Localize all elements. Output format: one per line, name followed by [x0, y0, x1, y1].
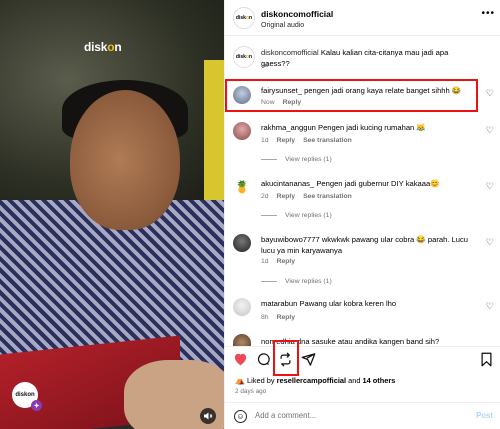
- comments-panel: disk o n diskoncomofficial Original audio …: [224, 0, 500, 429]
- replies-divider: [261, 159, 277, 160]
- comment-avatar[interactable]: [233, 298, 251, 316]
- share-send-icon[interactable]: [301, 352, 316, 370]
- comment-meta: 1d Reply See translation: [261, 137, 352, 144]
- collab-badge-icon: ✦: [31, 400, 42, 411]
- comment-time: 1d: [261, 258, 269, 265]
- comment-like-icon[interactable]: ♡: [486, 301, 494, 312]
- author-username[interactable]: diskoncomofficial: [261, 9, 333, 19]
- video-owner-avatar[interactable]: diskon ✦: [12, 382, 42, 411]
- replies-divider: [261, 215, 277, 216]
- comment-like-icon[interactable]: ♡: [486, 125, 494, 136]
- comment-avatar[interactable]: [233, 122, 251, 140]
- highlight-box-comment: [225, 79, 478, 112]
- video-player[interactable]: diskon diskon ✦: [0, 0, 224, 429]
- caption-time: 2d: [261, 62, 269, 69]
- caption-author-avatar[interactable]: disk o n: [233, 46, 255, 68]
- comment-meta: 2d Reply See translation: [261, 193, 352, 200]
- video-person-face: [70, 90, 180, 230]
- liker-avatar-icon: ⛺: [235, 376, 245, 385]
- video-wall-yellow: [204, 60, 224, 200]
- likes-others-link[interactable]: 14 others: [363, 376, 396, 385]
- audio-label[interactable]: Original audio: [261, 22, 304, 29]
- comment-text: rakhma_anggun Pengen jadi kucing rumahan…: [261, 123, 426, 132]
- reply-button[interactable]: Reply: [277, 193, 296, 200]
- post-actions-bar: [225, 346, 500, 372]
- reply-button[interactable]: Reply: [277, 258, 296, 265]
- comment-time: 1d: [261, 137, 269, 144]
- comment-input[interactable]: Add a comment...: [255, 411, 316, 420]
- comment-bubble-icon[interactable]: [256, 352, 271, 370]
- view-replies-button[interactable]: View replies (1): [261, 212, 332, 219]
- comment-avatar[interactable]: [233, 234, 251, 252]
- highlight-box-repost: [273, 340, 299, 376]
- reply-button[interactable]: Reply: [277, 137, 296, 144]
- save-bookmark-icon[interactable]: [480, 352, 493, 370]
- comment-text: akucintananas_ Pengen jadi gubernur DIY …: [261, 179, 440, 188]
- see-translation-button[interactable]: See translation: [303, 137, 352, 144]
- comment-like-icon[interactable]: ♡: [486, 181, 494, 192]
- comment-time: 8h: [261, 314, 269, 321]
- more-options-icon[interactable]: •••: [481, 8, 495, 19]
- post-comment-button[interactable]: Post: [476, 411, 493, 420]
- comment-time: 2d: [261, 193, 269, 200]
- comment-meta: 1d Reply: [261, 258, 295, 265]
- likes-and: and: [346, 376, 363, 385]
- replies-divider: [261, 281, 277, 282]
- author-avatar[interactable]: disk o n: [233, 7, 255, 29]
- likes-summary: ⛺ Liked by resellercampofficial and 14 o…: [235, 376, 395, 385]
- video-watermark-logo: diskon: [84, 40, 122, 54]
- instagram-post-view: diskon diskon ✦ disk o n diskoncomofficial…: [0, 0, 500, 429]
- comment-text: matarabun Pawang ular kobra keren lho: [261, 299, 397, 308]
- post-timestamp: 2 days ago: [235, 388, 267, 395]
- reply-button[interactable]: Reply: [277, 314, 296, 321]
- video-owner-avatar-text: diskon: [15, 392, 35, 398]
- comment-avatar[interactable]: [233, 334, 251, 346]
- view-replies-button[interactable]: View replies (1): [261, 156, 332, 163]
- view-replies-button[interactable]: View replies (1): [261, 278, 332, 285]
- caption-text: diskoncomofficial Kalau kalian cita-cita…: [261, 48, 449, 68]
- emoji-picker-icon[interactable]: ☺: [234, 410, 247, 423]
- comment-like-icon[interactable]: ♡: [486, 237, 494, 248]
- mute-toggle-icon[interactable]: [200, 408, 216, 424]
- likes-prefix: Liked by: [247, 376, 277, 385]
- comment-text: bayuwibowo7777 wkwkwk pawang ular cobra …: [261, 235, 469, 255]
- post-header: disk o n diskoncomofficial Original audio …: [225, 0, 500, 36]
- like-heart-icon[interactable]: [233, 352, 248, 369]
- comment-like-icon[interactable]: ♡: [486, 88, 494, 99]
- comment-meta: 8h Reply: [261, 314, 295, 321]
- comment-avatar[interactable]: 🍍: [233, 178, 251, 196]
- liker-username[interactable]: resellercampofficial: [277, 376, 346, 385]
- add-comment-bar: ☺ Add a comment... Post: [225, 402, 500, 429]
- see-translation-button[interactable]: See translation: [303, 193, 352, 200]
